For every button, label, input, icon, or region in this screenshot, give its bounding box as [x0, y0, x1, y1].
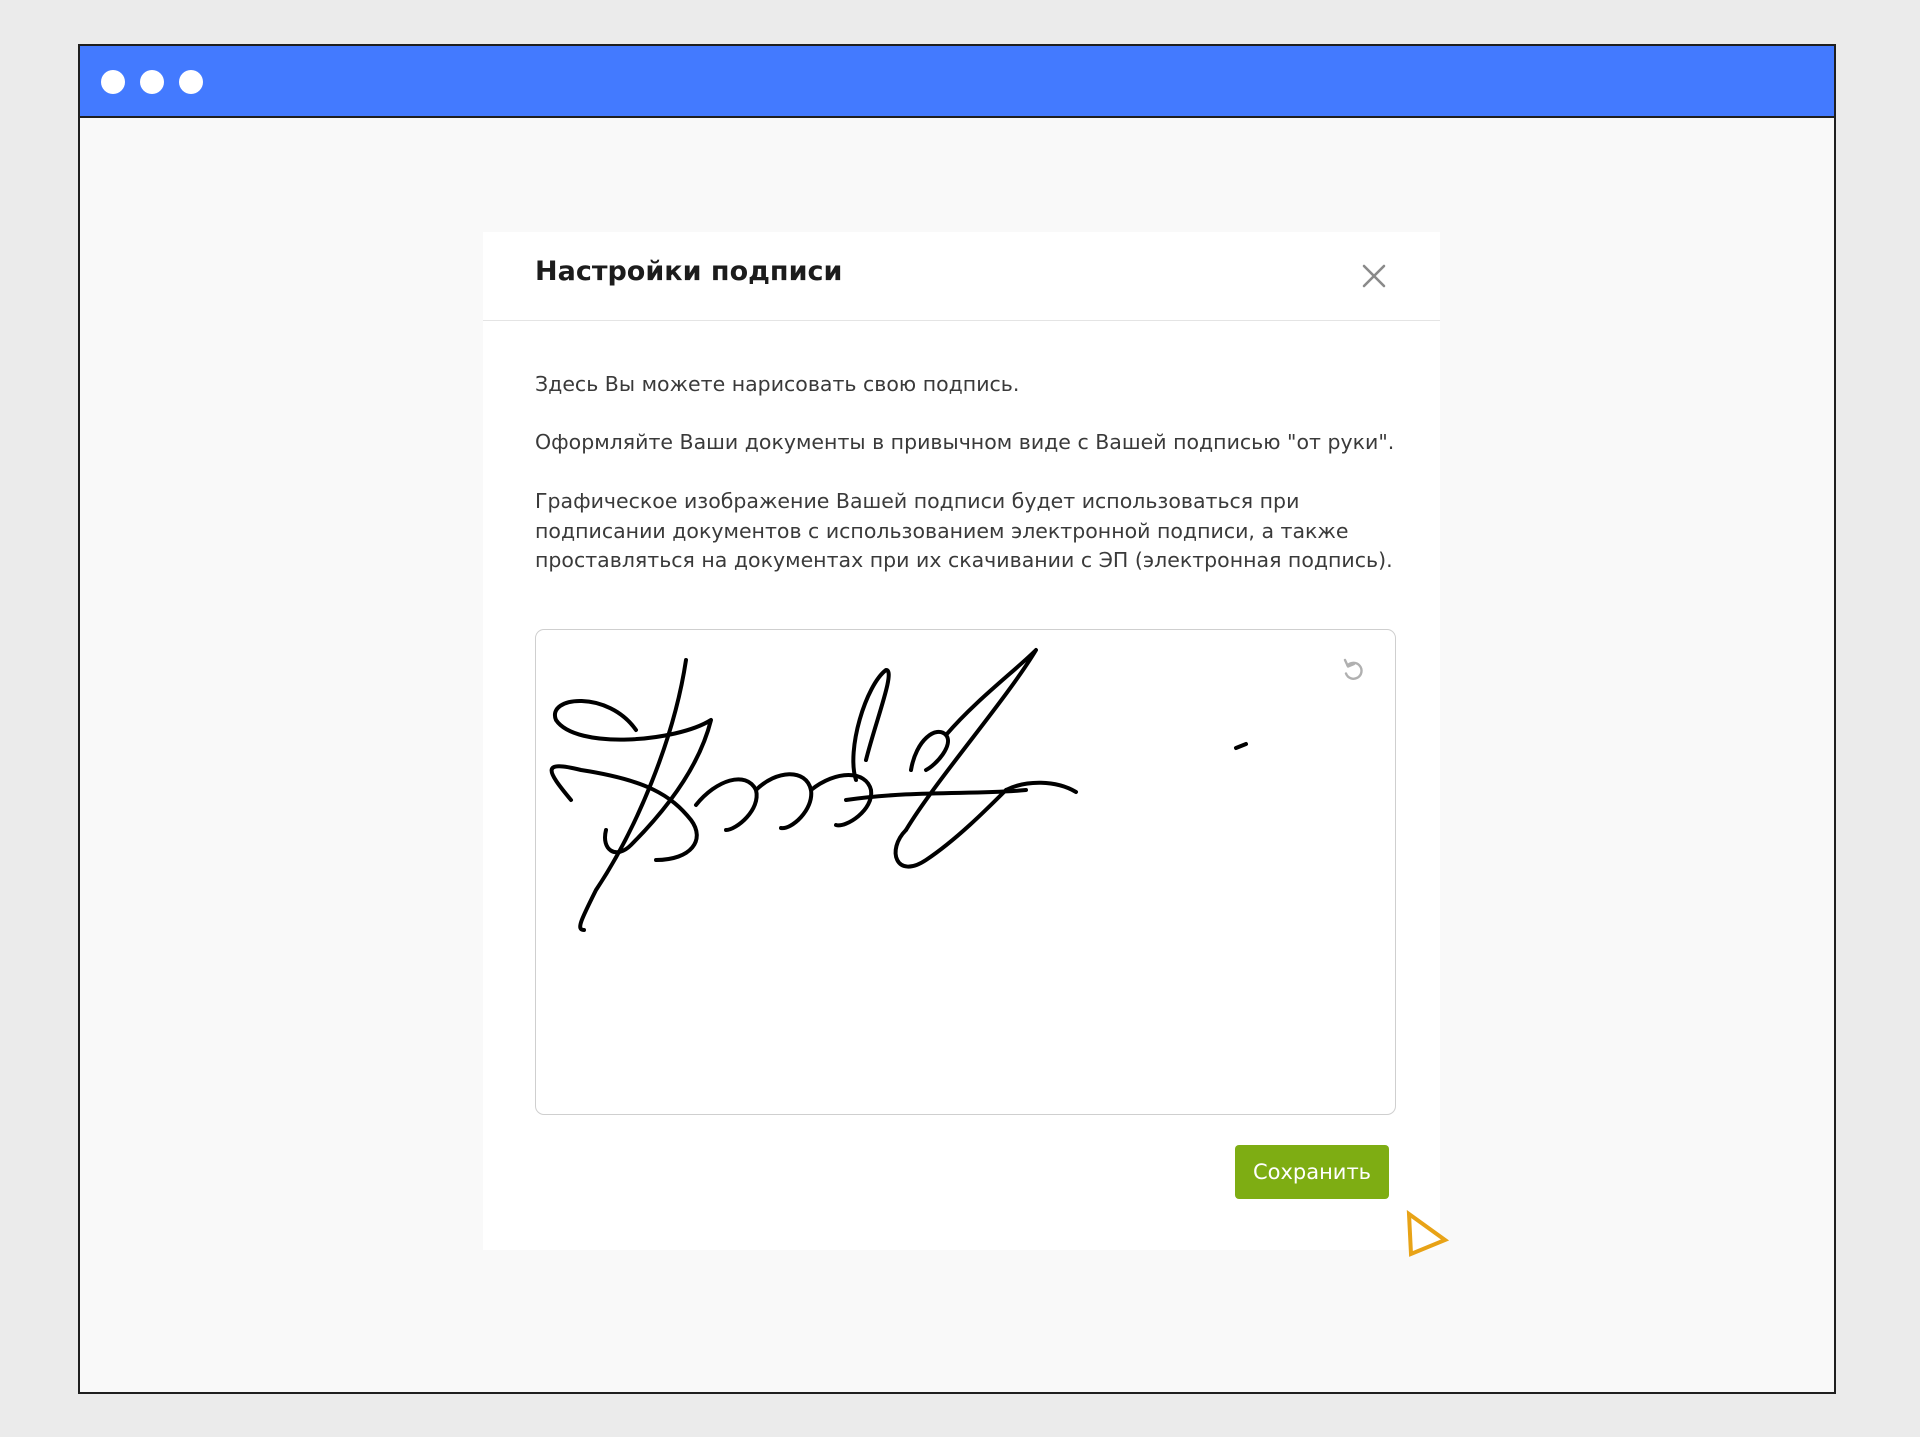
signature-stroke — [851, 668, 891, 782]
intro-text: Здесь Вы можете нарисовать свою подпись. — [535, 372, 1020, 396]
signature-stroke — [893, 788, 1008, 869]
pointer-cursor-icon — [1406, 1210, 1449, 1257]
save-button[interactable]: Сохранить — [1235, 1145, 1389, 1199]
signature-stroke — [754, 772, 814, 831]
undo-button[interactable] — [1337, 654, 1369, 686]
close-icon — [1362, 264, 1386, 288]
details-text: Графическое изображение Вашей подписи бу… — [535, 489, 1393, 572]
signature-stroke — [552, 699, 713, 855]
signature-stroke — [1234, 742, 1248, 750]
window-control-dot[interactable] — [140, 70, 164, 94]
signature-stroke — [809, 773, 874, 828]
signature-settings-dialog: Настройки подписи Здесь Вы можете нарисо… — [483, 232, 1440, 1250]
dialog-header: Настройки подписи — [483, 232, 1440, 321]
signature-stroke — [909, 729, 950, 772]
close-button[interactable] — [1358, 260, 1390, 292]
signature-stroke — [694, 777, 759, 832]
window-control-dot[interactable] — [101, 70, 125, 94]
signature-drawing — [549, 648, 1248, 932]
usage-text: Оформляйте Ваши документы в привычном ви… — [535, 430, 1395, 454]
dialog-title: Настройки подписи — [535, 256, 843, 287]
window-control-dot[interactable] — [179, 70, 203, 94]
signature-pad[interactable] — [535, 629, 1396, 1115]
undo-icon — [1343, 658, 1363, 680]
window-titlebar — [80, 46, 1834, 118]
signature-stroke — [578, 658, 688, 932]
